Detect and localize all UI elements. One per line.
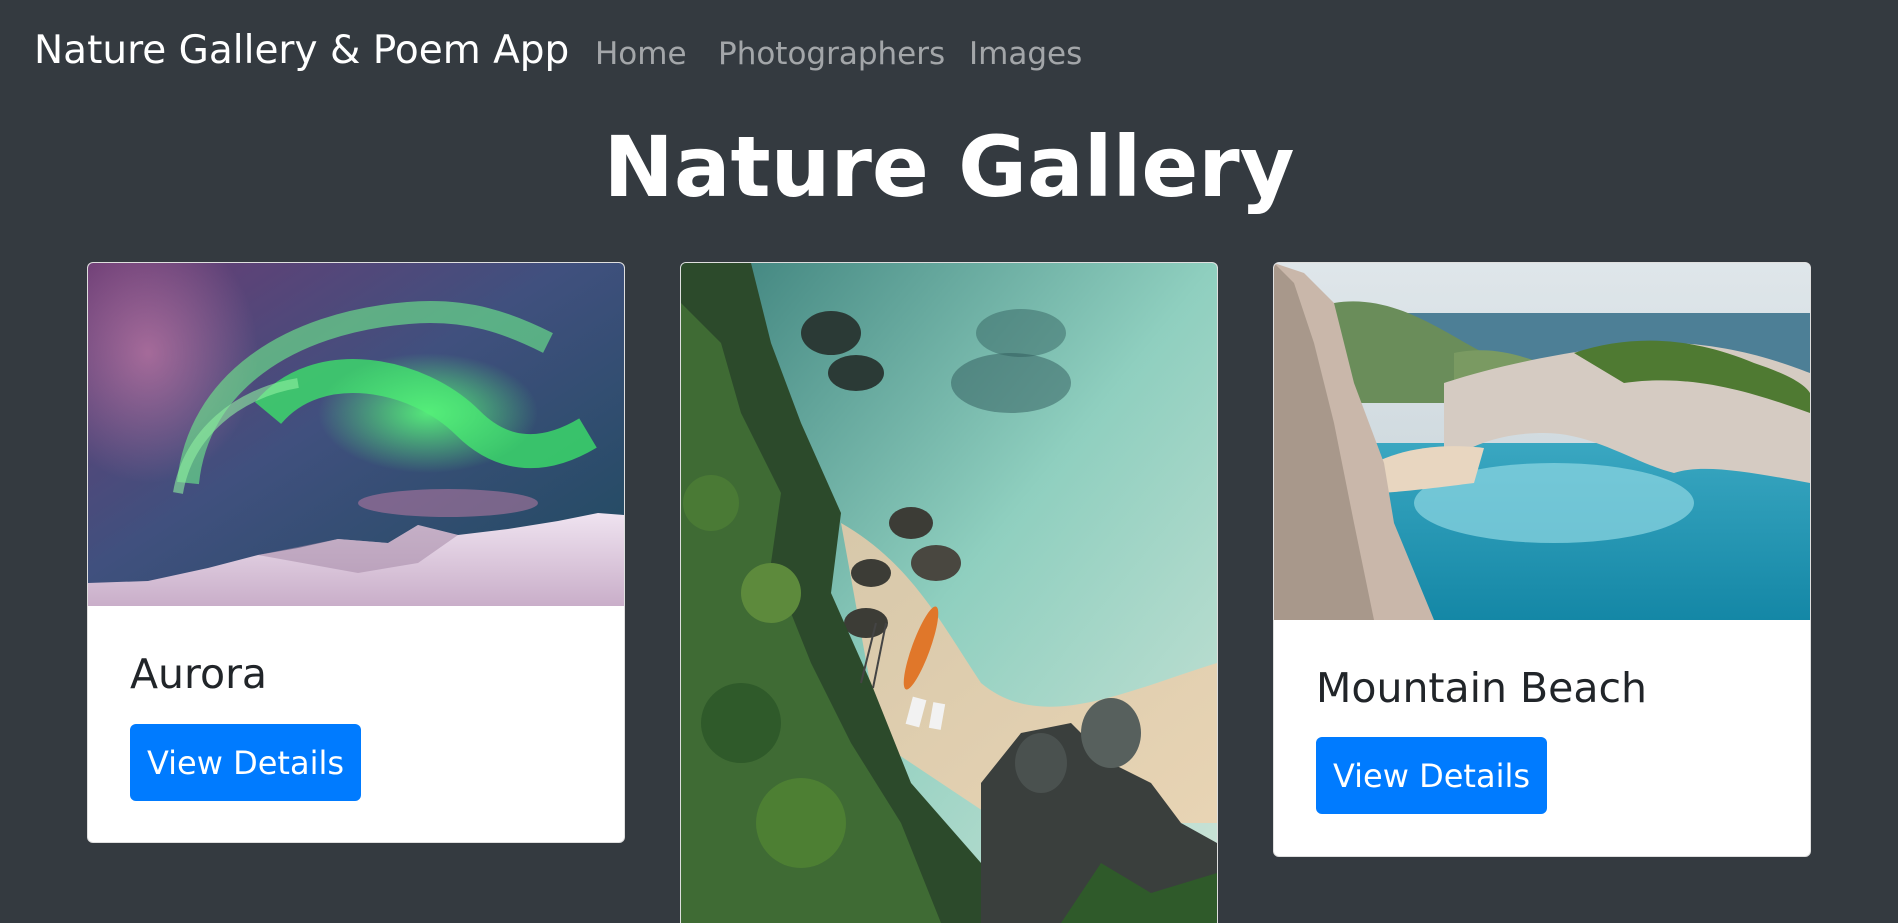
- nav-link-photographers[interactable]: Photographers: [718, 36, 945, 72]
- gallery-card-beach: [680, 262, 1218, 923]
- card-title-mountain-beach: Mountain Beach: [1316, 664, 1648, 712]
- beach-aerial-image[interactable]: [681, 263, 1217, 923]
- mountain-beach-image[interactable]: [1274, 263, 1810, 620]
- view-details-button-mountain-beach[interactable]: View Details: [1316, 737, 1547, 814]
- gallery-card-aurora: Aurora View Details: [87, 262, 625, 843]
- nav-link-home[interactable]: Home: [595, 36, 687, 72]
- view-details-button-aurora[interactable]: View Details: [130, 724, 361, 801]
- page-title: Nature Gallery: [603, 118, 1295, 216]
- navbar-brand[interactable]: Nature Gallery & Poem App: [34, 28, 569, 73]
- card-title-aurora: Aurora: [130, 650, 268, 698]
- navbar: Nature Gallery & Poem App Home Photograp…: [0, 0, 1898, 110]
- nav-link-images[interactable]: Images: [969, 36, 1082, 72]
- aurora-image[interactable]: [88, 263, 624, 606]
- gallery-card-mountain-beach: Mountain Beach View Details: [1273, 262, 1811, 857]
